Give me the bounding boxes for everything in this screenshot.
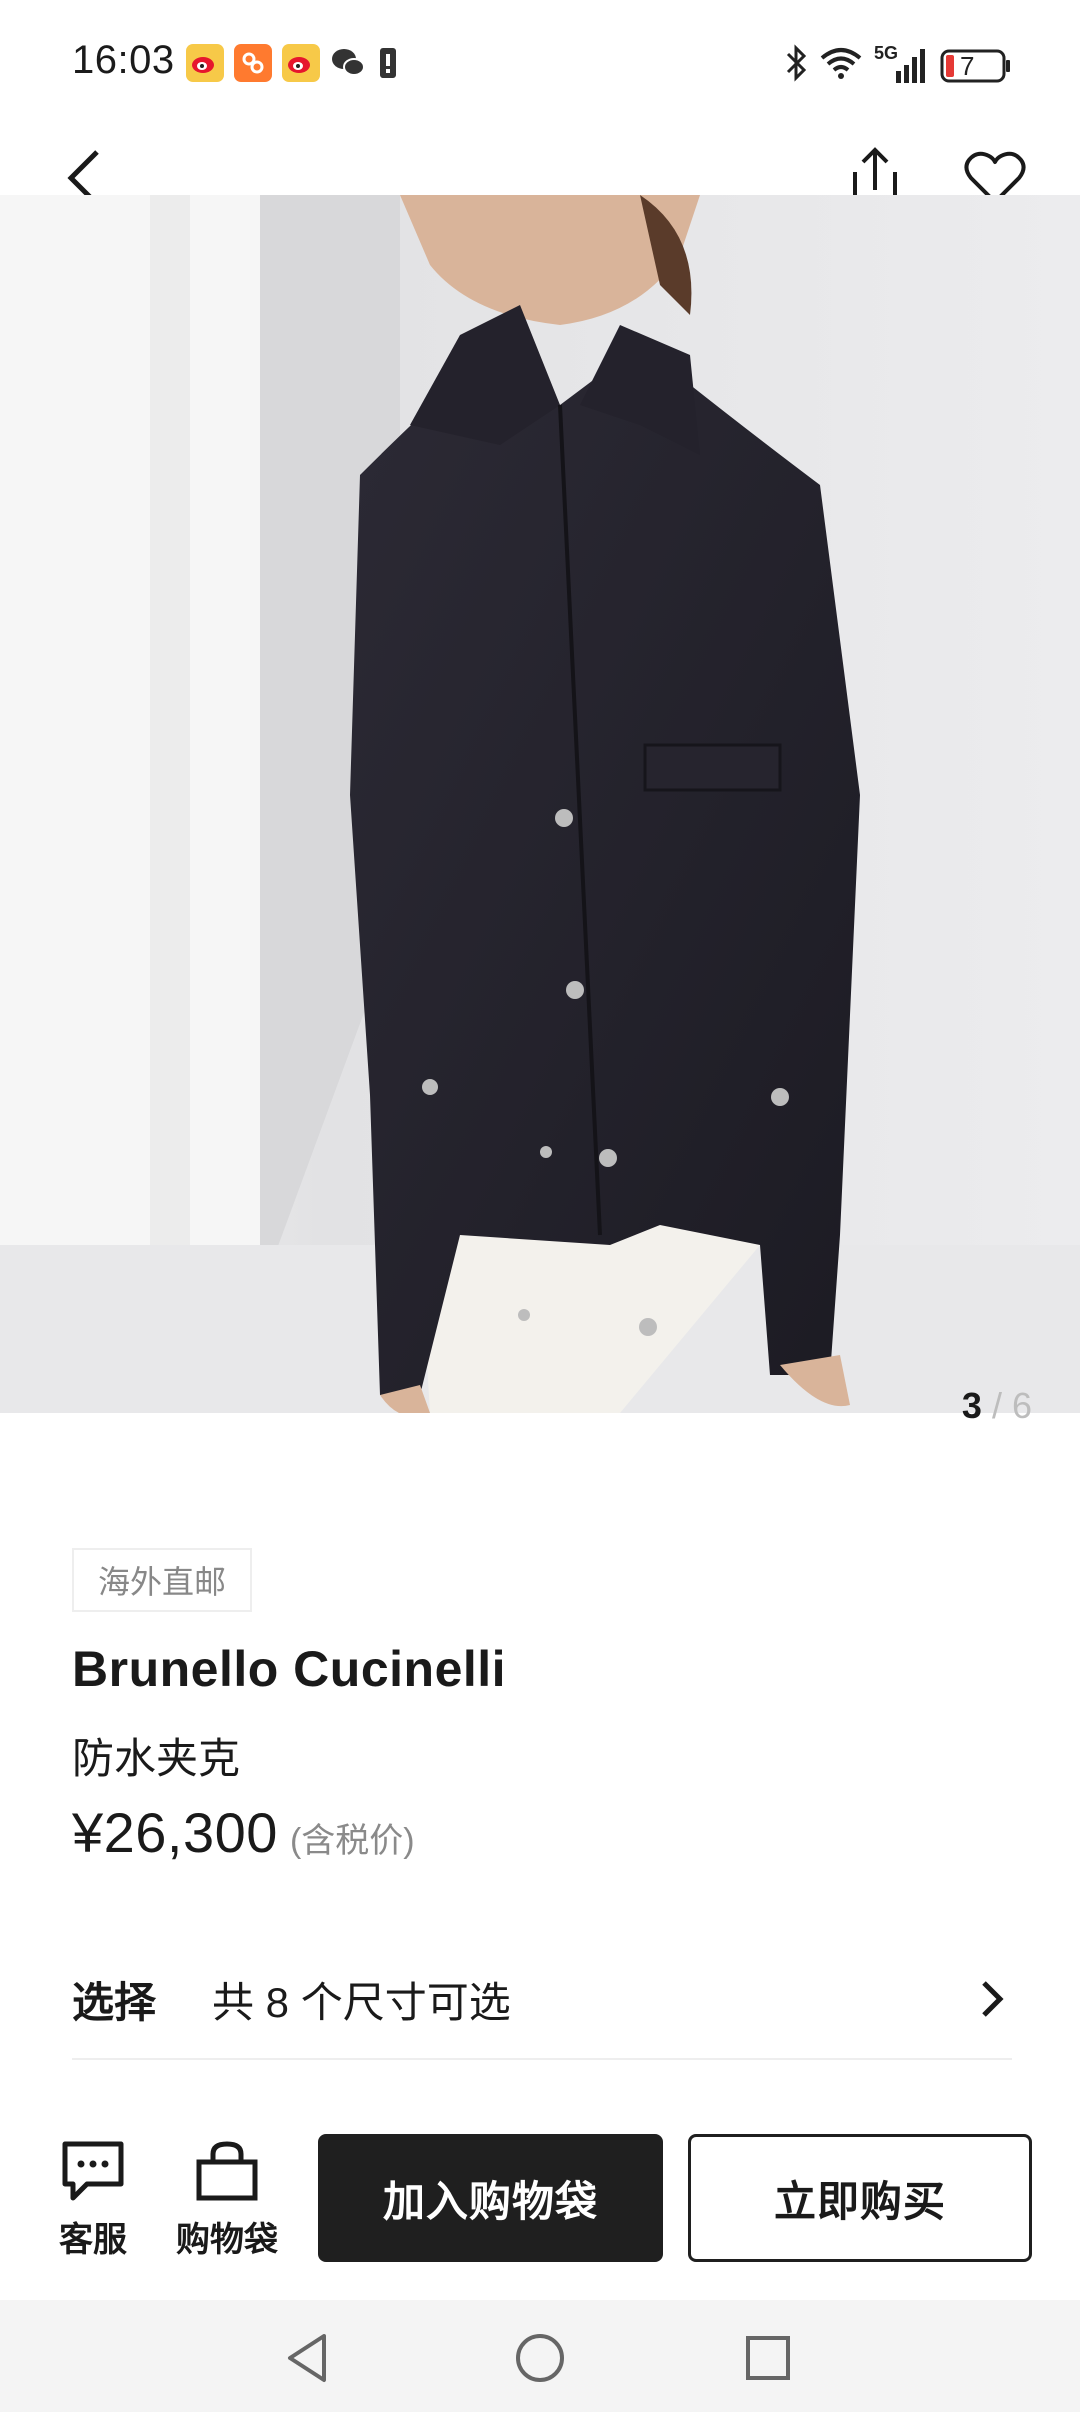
system-back-button[interactable] [278, 2328, 338, 2388]
system-nav-bar [0, 2300, 1080, 2412]
notification-icons [186, 44, 398, 82]
price-row: ¥26,300 (含税价) [72, 1800, 415, 1865]
select-value: 共 8 个尺寸可选 [212, 1978, 511, 2026]
square-recents-icon [746, 2336, 790, 2380]
shopping-bag-button[interactable]: 购物袋 [172, 2140, 282, 2270]
status-bar: 16:03 5G 7 [0, 0, 1080, 125]
status-right: 5G 7 [784, 43, 1012, 87]
wechat-icon [330, 44, 368, 82]
tax-note: (含税价) [289, 1822, 415, 1860]
cellular-signal-icon: 5G [874, 43, 928, 85]
customer-service-button[interactable]: 客服 [38, 2140, 148, 2270]
chevron-right-icon [972, 1979, 1012, 2019]
size-selector[interactable]: 选择 共 8 个尺寸可选 [72, 1940, 1012, 2060]
shopping-bag-icon [196, 2141, 258, 2201]
system-recents-button[interactable] [738, 2328, 798, 2388]
battery-icon: 7 [940, 49, 1012, 83]
alert-icon [378, 44, 398, 82]
system-home-button[interactable] [510, 2328, 570, 2388]
brand-name[interactable]: Brunello Cucinelli [72, 1640, 506, 1698]
pager-separator: / [991, 1385, 1002, 1426]
price: ¥26,300 [72, 1801, 278, 1864]
triangle-back-icon [288, 2334, 326, 2382]
circle-home-icon [516, 2334, 564, 2382]
buy-now-button[interactable]: 立即购买 [688, 2134, 1032, 2262]
battery-level: 7 [960, 50, 975, 81]
product-image[interactable] [0, 195, 1080, 1413]
status-time: 16:03 [72, 38, 175, 82]
image-pager: 3 / 6 [962, 1385, 1032, 1427]
ctrip-icon [234, 44, 272, 82]
bag-label: 购物袋 [176, 2221, 278, 2259]
pager-current: 3 [961, 1385, 982, 1426]
weibo-icon [186, 44, 224, 82]
service-label: 客服 [59, 2221, 127, 2259]
bottom-action-bar: 客服 购物袋 加入购物袋 立即购买 [0, 2110, 1080, 2290]
pager-total: 6 [1011, 1385, 1032, 1426]
shipping-tag: 海外直邮 [72, 1548, 253, 1612]
add-to-bag-button[interactable]: 加入购物袋 [318, 2134, 663, 2262]
wifi-icon [820, 46, 862, 85]
top-nav [0, 125, 1080, 208]
bluetooth-icon [784, 44, 808, 87]
select-label: 选择 [72, 1978, 157, 2026]
chat-icon [62, 2141, 124, 2201]
weibo-icon [282, 44, 320, 82]
product-name: 防水夹克 [72, 1735, 241, 1782]
